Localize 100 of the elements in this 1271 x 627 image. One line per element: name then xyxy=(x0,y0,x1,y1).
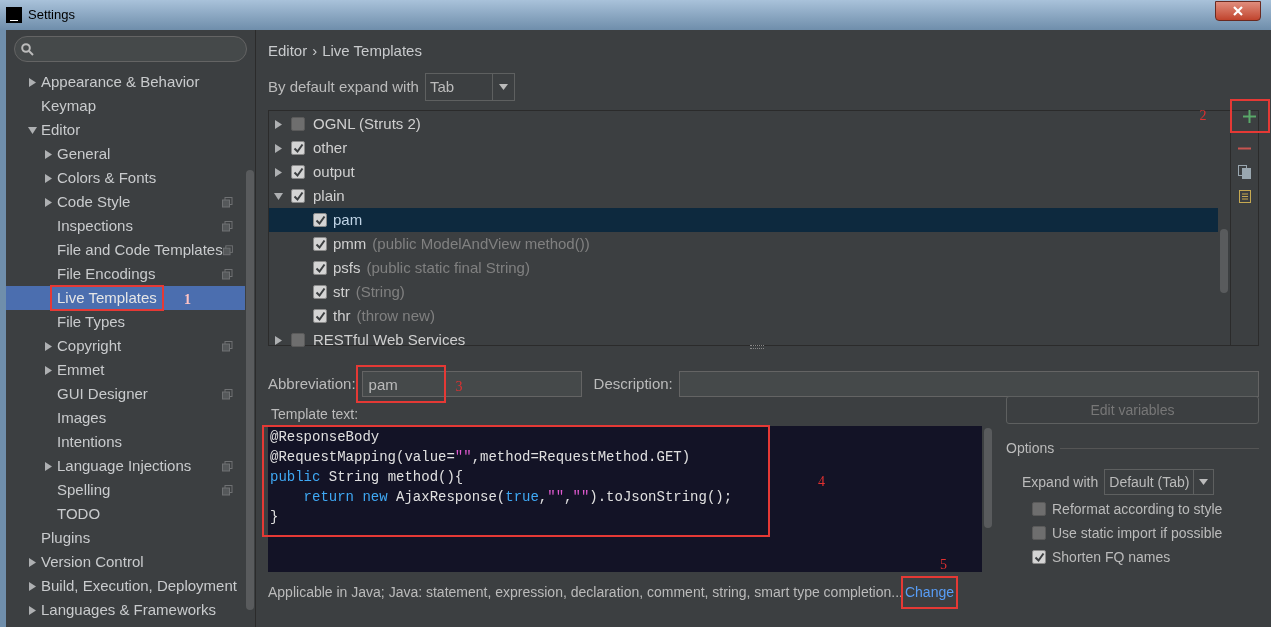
search-field[interactable] xyxy=(14,36,247,62)
sidebar-item[interactable]: Language Injections xyxy=(6,454,245,478)
sidebar-item[interactable]: Live Templates 1 xyxy=(6,286,245,310)
expand-with-dropdown[interactable]: Default (Tab) xyxy=(1104,469,1215,495)
template-group-row[interactable]: output xyxy=(269,160,359,184)
sidebar-item[interactable]: Build, Execution, Deployment xyxy=(6,574,245,598)
template-abbreviation: pam xyxy=(333,209,363,230)
sidebar-item[interactable]: General xyxy=(6,142,245,166)
sidebar-item[interactable]: File and Code Templates xyxy=(6,238,245,262)
template-row[interactable]: thr (throw new) xyxy=(269,304,1218,328)
checkbox[interactable] xyxy=(291,165,305,179)
sidebar-item[interactable]: Appearance & Behavior xyxy=(6,70,245,94)
sidebar-item[interactable]: Languages & Frameworks xyxy=(6,598,245,622)
sidebar-item[interactable]: Editor xyxy=(6,118,245,142)
sidebar-item[interactable]: Code Style xyxy=(6,190,245,214)
collapsed-arrow-icon[interactable] xyxy=(274,335,283,345)
checkbox[interactable] xyxy=(1032,502,1046,516)
sidebar-item[interactable]: Inspections xyxy=(6,214,245,238)
expand-dropdown[interactable]: Tab xyxy=(424,73,515,101)
window-title: Settings xyxy=(28,6,75,25)
stacked-pages-icon xyxy=(222,196,233,208)
close-icon xyxy=(1233,6,1243,16)
template-group-row[interactable]: OGNL (Struts 2) xyxy=(269,112,425,136)
collapsed-arrow-icon[interactable] xyxy=(44,149,53,159)
collapsed-arrow-icon[interactable] xyxy=(274,167,283,177)
collapsed-arrow-icon[interactable] xyxy=(44,173,53,183)
checkbox-label: Shorten FQ names xyxy=(1052,547,1171,567)
expanded-arrow-icon[interactable] xyxy=(274,191,283,201)
collapsed-arrow-icon[interactable] xyxy=(28,557,37,567)
sidebar-item[interactable]: GUI Designer xyxy=(6,382,245,406)
code-line: @RequestMapping(value="",method=RequestMethod.GET) xyxy=(269,448,691,467)
template-group-name: RESTful Web Services xyxy=(313,329,466,350)
code-line: @ResponseBody xyxy=(269,428,380,447)
annotation-number: 3 xyxy=(455,378,463,396)
annotation-number: 2 xyxy=(1199,107,1207,125)
checkbox[interactable] xyxy=(291,189,305,203)
template-abbreviation: str xyxy=(333,281,350,302)
description-label: Description: xyxy=(593,373,673,394)
sidebar-label: File Types xyxy=(57,311,126,332)
scrollbar[interactable] xyxy=(246,170,254,610)
collapsed-arrow-icon[interactable] xyxy=(28,581,37,591)
sidebar-label: Editor xyxy=(41,119,81,140)
checkbox[interactable] xyxy=(313,213,327,227)
description-field[interactable] xyxy=(678,371,1259,397)
close-button[interactable] xyxy=(1215,1,1261,21)
collapsed-arrow-icon[interactable] xyxy=(28,77,37,87)
checkbox[interactable] xyxy=(291,117,305,131)
template-row[interactable]: pam xyxy=(269,208,1218,232)
context-text: Applicable in Java; Java: statement, expression, declaration, comment, string, smart type completion... xyxy=(268,582,903,602)
sidebar-item[interactable]: Keymap xyxy=(6,94,245,118)
template-group-row[interactable]: RESTful Web Services xyxy=(269,328,470,352)
template-row[interactable]: str (String) xyxy=(269,280,1218,304)
copy-icon xyxy=(1238,165,1251,179)
checkbox[interactable] xyxy=(313,237,327,251)
checkbox[interactable] xyxy=(313,309,327,323)
collapsed-arrow-icon[interactable] xyxy=(44,197,53,207)
sidebar-item[interactable]: Colors & Fonts xyxy=(6,166,245,190)
checkbox[interactable] xyxy=(291,141,305,155)
template-group-name: other xyxy=(313,137,348,158)
collapsed-arrow-icon[interactable] xyxy=(44,461,53,471)
breadcrumb: Editor › Live Templates xyxy=(268,40,423,61)
checkbox[interactable] xyxy=(313,261,327,275)
template-group-row[interactable]: other xyxy=(269,136,352,160)
sidebar-label: Inspections xyxy=(57,215,133,236)
sidebar-item[interactable]: Intentions xyxy=(6,430,245,454)
template-abbreviation: psfs xyxy=(333,257,361,278)
change-link[interactable]: Change xyxy=(902,577,956,607)
scrollbar[interactable] xyxy=(1220,229,1228,293)
checkbox[interactable] xyxy=(1032,526,1046,540)
sidebar-item[interactable]: Spelling xyxy=(6,478,245,502)
resize-grip-icon[interactable] xyxy=(749,345,764,349)
template-description: (String) xyxy=(355,281,405,302)
expanded-arrow-icon[interactable] xyxy=(28,125,37,135)
sidebar-item[interactable]: TODO xyxy=(6,502,245,526)
checkbox[interactable] xyxy=(313,285,327,299)
checkbox[interactable] xyxy=(1032,550,1046,564)
dropdown-arrow-icon xyxy=(498,84,508,90)
sidebar-item[interactable]: Images xyxy=(6,406,245,430)
collapsed-arrow-icon[interactable] xyxy=(274,143,283,153)
template-text-label: Template text: xyxy=(270,405,360,422)
sidebar-item[interactable]: Version Control xyxy=(6,550,245,574)
stacked-pages-icon xyxy=(222,220,233,232)
sidebar-label: General xyxy=(57,143,111,164)
template-row[interactable]: pmm (public ModelAndView method()) xyxy=(269,232,1218,256)
sidebar-item[interactable]: Plugins xyxy=(6,526,245,550)
dropdown-arrow-icon xyxy=(1199,479,1209,485)
checkbox[interactable] xyxy=(291,333,305,347)
sidebar-item[interactable]: Emmet xyxy=(6,358,245,382)
sidebar-item[interactable]: File Types xyxy=(6,310,245,334)
code-line: public String method(){ xyxy=(269,468,464,487)
template-row[interactable]: psfs (public static final String) xyxy=(269,256,1218,280)
collapsed-arrow-icon[interactable] xyxy=(274,119,283,129)
collapsed-arrow-icon[interactable] xyxy=(44,365,53,375)
sidebar-item[interactable]: File Encodings xyxy=(6,262,245,286)
code-line: return new AjaxResponse(true,"","").toJsonString(); xyxy=(302,488,733,507)
template-group-row[interactable]: plain xyxy=(269,184,349,208)
collapsed-arrow-icon[interactable] xyxy=(28,605,37,615)
sidebar-item[interactable]: Copyright xyxy=(6,334,245,358)
collapsed-arrow-icon[interactable] xyxy=(44,341,53,351)
scrollbar[interactable] xyxy=(982,426,994,572)
